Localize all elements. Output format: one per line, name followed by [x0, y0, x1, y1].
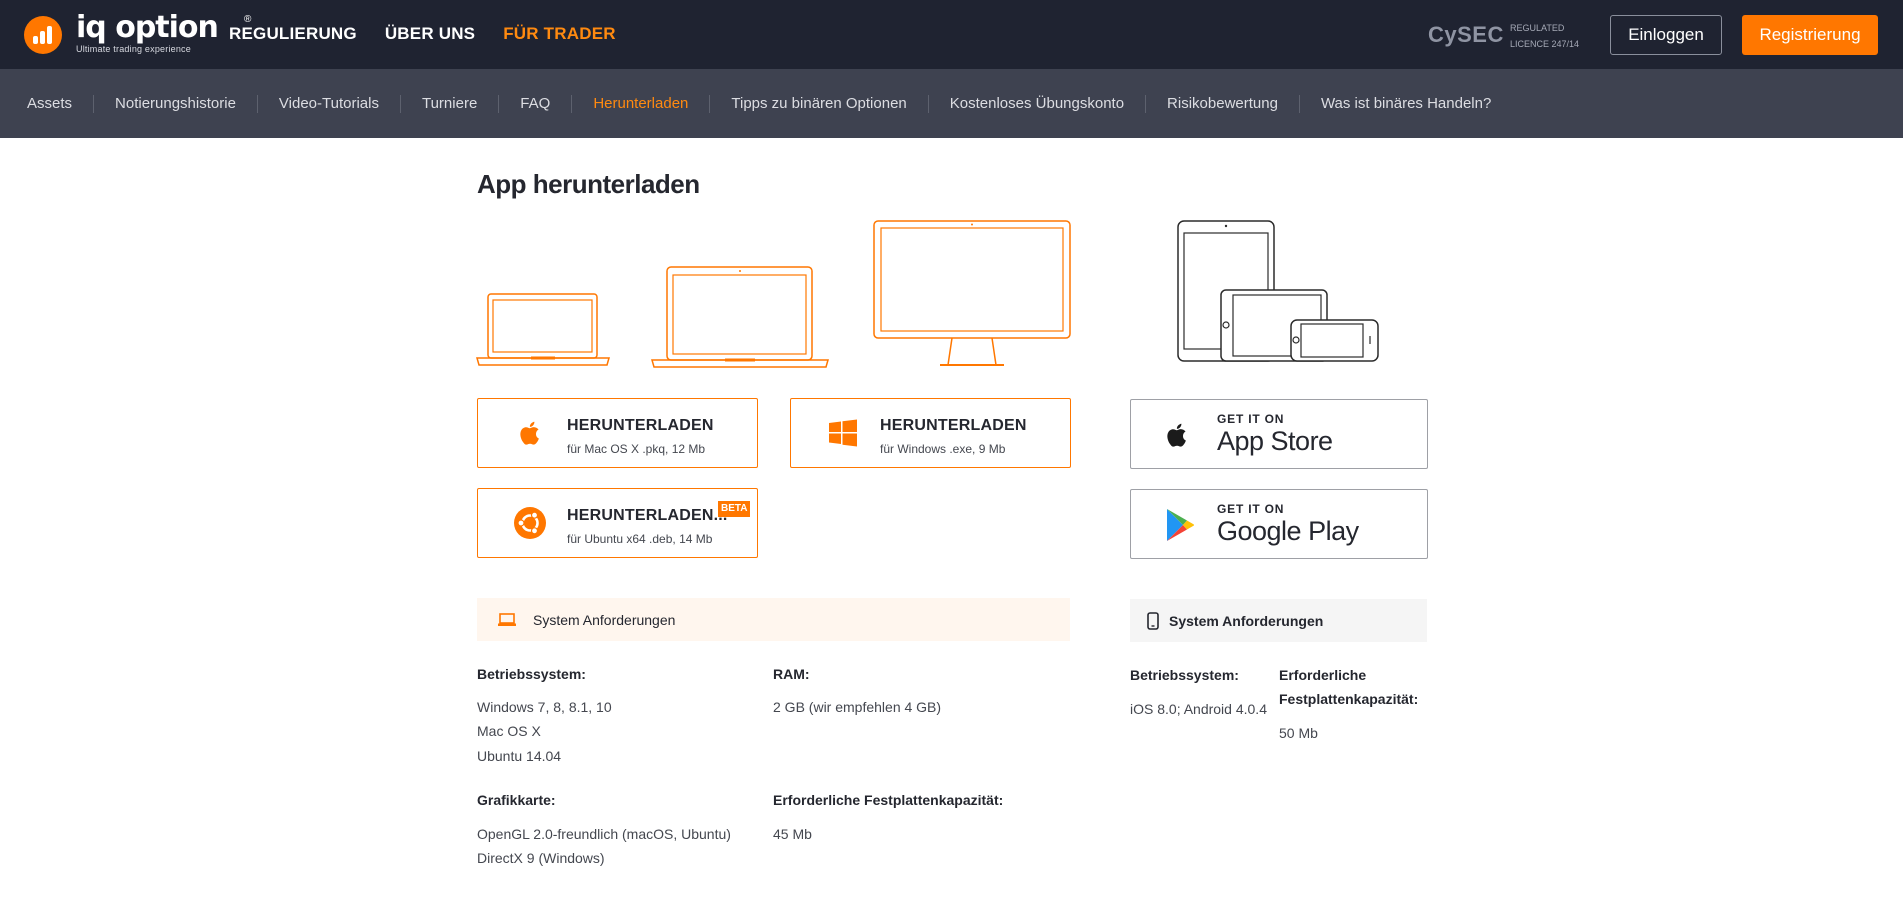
desktop-gpu-label: Grafikkarte:	[477, 792, 556, 808]
laptop-icon	[498, 612, 516, 626]
cysec-logo: CySEC	[1428, 22, 1504, 47]
mobile-disk-label-line1: Erforderliche	[1279, 667, 1367, 683]
ubuntu-icon	[514, 507, 546, 539]
large-laptop-icon	[651, 266, 829, 368]
subnav-divider	[93, 94, 95, 113]
download-ubuntu-button[interactable]: HERUNTERLADEN... BETA für Ubuntu x64 .de…	[477, 488, 758, 558]
regulated-label: REGULATED	[1510, 23, 1565, 33]
mobile-disk-label-line2: Festplattenkapazität:	[1279, 691, 1419, 707]
desktop-gpu-value-1: OpenGL 2.0-freundlich (macOS, Ubuntu)	[477, 826, 731, 842]
google-play-icon	[1167, 509, 1194, 541]
google-play-caption: GET IT ON	[1217, 502, 1285, 516]
download-mac-title: HERUNTERLADEN	[567, 417, 714, 434]
mobile-devices-icon	[1177, 220, 1379, 362]
regulation-info: REGULATED LICENCE 247/14	[1510, 20, 1579, 52]
subnav-faq[interactable]: FAQ	[520, 95, 550, 112]
subnav-tipps[interactable]: Tipps zu binären Optionen	[731, 95, 906, 112]
subnav-divider	[498, 94, 500, 113]
logo-wordmark: iq option	[76, 10, 219, 45]
download-windows-subtitle: für Windows .exe, 9 Mb	[880, 442, 1006, 456]
logo-bars-icon	[24, 16, 62, 54]
subnav-uebungskonto[interactable]: Kostenloses Übungskonto	[950, 95, 1124, 112]
google-play-label: Google Play	[1217, 516, 1359, 546]
nav-ueber-uns[interactable]: ÜBER UNS	[385, 24, 475, 44]
desktop-ram-value: 2 GB (wir empfehlen 4 GB)	[773, 699, 942, 715]
app-store-label: App Store	[1217, 426, 1333, 456]
subnav-divider	[571, 94, 573, 113]
subnav-herunterladen[interactable]: Herunterladen	[593, 95, 688, 112]
subnav-risikobewertung[interactable]: Risikobewertung	[1167, 95, 1278, 112]
top-header: iq option ® Ultimate trading experience …	[0, 0, 1903, 69]
desktop-os-value-3: Ubuntu 14.04	[477, 748, 562, 764]
subnav-turniere[interactable]: Turniere	[422, 95, 477, 112]
subnav-binaeres-handeln[interactable]: Was ist binäres Handeln?	[1321, 95, 1491, 112]
download-ubuntu-title: HERUNTERLADEN...	[567, 507, 728, 524]
subnav-divider	[709, 94, 711, 113]
desktop-disk-label: Erforderliche Festplattenkapazität:	[773, 792, 1004, 808]
licence-number: LICENCE 247/14	[1510, 39, 1580, 49]
subnav-notierungshistorie[interactable]: Notierungshistorie	[115, 95, 236, 112]
desktop-os-value-2: Mac OS X	[477, 723, 541, 739]
download-windows-button[interactable]: HERUNTERLADEN für Windows .exe, 9 Mb	[790, 398, 1071, 468]
desktop-requirements-header: System Anforderungen	[477, 598, 1070, 641]
mobile-os-label: Betriebssystem:	[1130, 667, 1239, 683]
login-button[interactable]: Einloggen	[1610, 15, 1722, 55]
subnav-divider	[927, 94, 929, 113]
app-store-button[interactable]: GET IT ON App Store	[1130, 399, 1428, 469]
page-title: App herunterladen	[477, 169, 700, 199]
sub-nav: Assets Notierungshistorie Video-Tutorial…	[0, 69, 1903, 138]
google-play-button[interactable]: GET IT ON Google Play	[1130, 489, 1428, 559]
subnav-divider	[1145, 94, 1147, 113]
logo[interactable]: iq option ® Ultimate trading experience	[24, 10, 251, 54]
beta-badge: BETA	[718, 501, 751, 517]
desktop-monitor-icon	[873, 220, 1071, 366]
download-mac-subtitle: für Mac OS X .pkq, 12 Mb	[567, 442, 706, 456]
apple-icon	[520, 421, 539, 445]
app-store-caption: GET IT ON	[1217, 412, 1285, 426]
subnav-divider	[399, 94, 401, 113]
desktop-ram-label: RAM:	[773, 666, 810, 682]
download-windows-title: HERUNTERLADEN	[880, 417, 1027, 434]
subnav-divider	[256, 94, 258, 113]
apple-icon	[1167, 423, 1186, 447]
subnav-divider	[1298, 94, 1300, 113]
desktop-os-value-1: Windows 7, 8, 8.1, 10	[477, 699, 612, 715]
mobile-os-value: iOS 8.0; Android 4.0.4	[1130, 701, 1267, 717]
subnav-video-tutorials[interactable]: Video-Tutorials	[279, 95, 379, 112]
subnav-assets[interactable]: Assets	[27, 95, 72, 112]
mobile-requirements-header: System Anforderungen	[1130, 599, 1427, 642]
main-nav: REGULIERUNG ÜBER UNS FÜR TRADER	[229, 24, 644, 44]
mobile-disk-value: 50 Mb	[1279, 725, 1318, 741]
windows-icon	[829, 419, 857, 447]
desktop-os-label: Betriebssystem:	[477, 666, 586, 682]
logo-tagline: Ultimate trading experience	[76, 44, 191, 54]
desktop-disk-value: 45 Mb	[773, 826, 812, 842]
desktop-gpu-value-2: DirectX 9 (Windows)	[477, 850, 605, 866]
nav-regulierung[interactable]: REGULIERUNG	[229, 24, 357, 44]
smartphone-icon	[1147, 611, 1159, 630]
download-mac-button[interactable]: HERUNTERLADEN für Mac OS X .pkq, 12 Mb	[477, 398, 758, 468]
mobile-requirements-heading: System Anforderungen	[1169, 612, 1324, 629]
download-ubuntu-subtitle: für Ubuntu x64 .deb, 14 Mb	[567, 532, 713, 546]
small-laptop-icon	[476, 293, 610, 366]
nav-fuer-trader[interactable]: FÜR TRADER	[503, 24, 616, 44]
register-button[interactable]: Registrierung	[1742, 15, 1878, 55]
desktop-requirements-heading: System Anforderungen	[533, 611, 676, 628]
